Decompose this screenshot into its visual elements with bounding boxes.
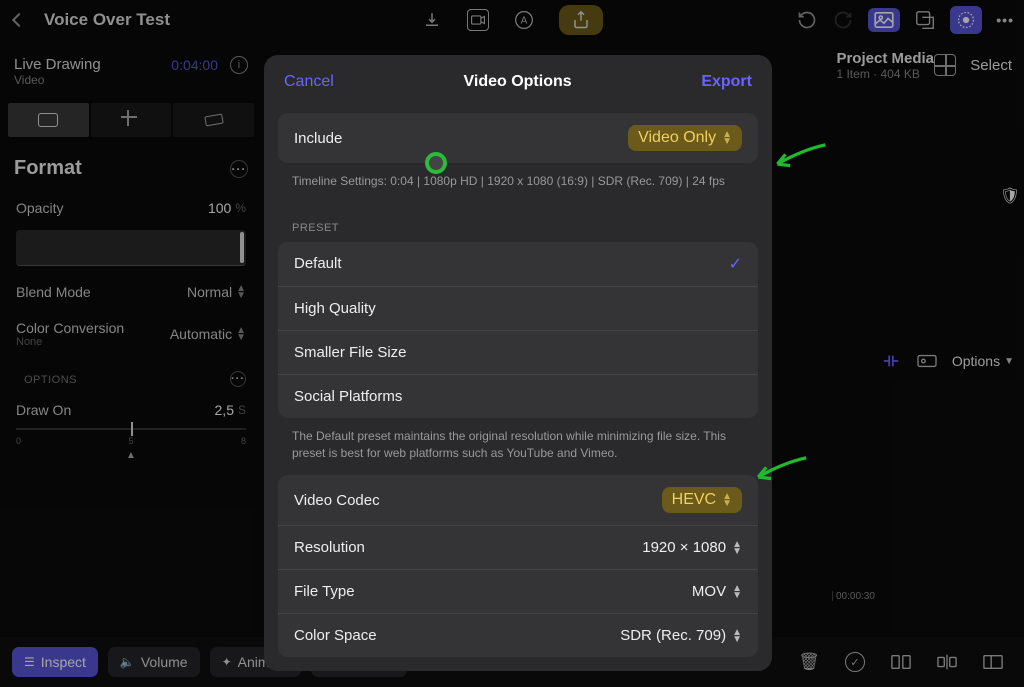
volume-button[interactable]: 🔈Volume [108, 647, 200, 677]
timeline-settings-text: Timeline Settings: 0:04 | 1080p HD | 192… [264, 163, 772, 204]
codec-selector[interactable]: HEVC▲▼ [662, 487, 742, 513]
resolution-selector[interactable]: 1920 × 1080▲▼ [642, 539, 742, 556]
tab-crop[interactable] [91, 103, 172, 137]
filetype-label: File Type [294, 583, 355, 600]
annotation-a-icon[interactable]: A [513, 9, 535, 31]
split-clip-icon[interactable] [890, 651, 912, 673]
undo-icon[interactable] [796, 9, 818, 31]
annotation-circle [425, 152, 447, 174]
preset-default[interactable]: Default ✓ [278, 242, 758, 286]
select-link[interactable]: Select [970, 57, 1012, 74]
options-label: OPTIONS [16, 358, 85, 392]
more-icon[interactable]: ••• [996, 12, 1014, 28]
blend-label: Blend Mode [16, 284, 91, 300]
annotation-arrow-2 [748, 453, 818, 485]
opacity-slider[interactable] [16, 230, 246, 266]
include-selector[interactable]: Video Only ▲▼ [628, 125, 742, 151]
preset-high-quality[interactable]: High Quality [278, 286, 758, 330]
project-media-title: Project Media [836, 50, 934, 67]
inspect-button[interactable]: ☰Inspect [12, 647, 98, 677]
redo-icon[interactable] [832, 9, 854, 31]
import-icon[interactable] [421, 9, 443, 31]
tab-layers[interactable] [173, 103, 254, 137]
blend-value[interactable]: Normal▲▼ [187, 284, 246, 300]
colorconv-value[interactable]: Automatic▲▼ [170, 326, 246, 342]
clip-icon[interactable] [916, 350, 938, 372]
options-more-icon[interactable]: ··· [230, 371, 246, 387]
colorspace-selector[interactable]: SDR (Rec. 709)▲▼ [620, 627, 742, 644]
codec-label: Video Codec [294, 492, 380, 509]
preset-header: PRESET [264, 204, 772, 242]
drawon-label: Draw On [16, 402, 71, 418]
camera-icon[interactable] [467, 9, 489, 31]
clip-duration: 0:04:00 [171, 57, 218, 73]
annotation-arrow-1 [764, 140, 834, 172]
preset-social[interactable]: Social Platforms [278, 374, 758, 418]
format-more-icon[interactable]: ··· [230, 160, 248, 178]
filetype-selector[interactable]: MOV▲▼ [692, 583, 742, 600]
preset-smaller[interactable]: Smaller File Size [278, 330, 758, 374]
grid-view-icon[interactable] [934, 54, 956, 76]
info-icon[interactable]: i [230, 56, 248, 74]
format-title: Format [14, 157, 82, 180]
trash-icon[interactable]: 🗑 [798, 651, 820, 673]
include-label: Include [294, 130, 342, 147]
clip-type: Video [14, 73, 101, 87]
share-button[interactable] [559, 5, 603, 35]
assistant-button[interactable] [950, 6, 982, 34]
drawon-slider[interactable]: 0 5 8 ▲ [8, 428, 254, 471]
insert-clip-icon[interactable] [936, 651, 958, 673]
image-media-button[interactable] [868, 8, 900, 32]
speaker-icon: 🔈 [120, 655, 135, 669]
sliders-icon: ☰ [24, 655, 35, 669]
clip-name: Live Drawing [14, 56, 101, 73]
preset-description: The Default preset maintains the origina… [264, 418, 772, 476]
video-options-modal: Cancel Video Options Export Include Vide… [264, 55, 772, 671]
project-media-sub: 1 Item · 404 KB [836, 67, 934, 81]
svg-text:A: A [521, 15, 528, 26]
modal-title: Video Options [463, 73, 571, 91]
cancel-button[interactable]: Cancel [284, 73, 334, 91]
export-button[interactable]: Export [701, 73, 752, 91]
shield-icon[interactable]: 🛡 [1000, 186, 1020, 206]
tab-video[interactable] [8, 103, 89, 137]
page-title: Voice Over Test [44, 10, 170, 30]
opacity-label: Opacity [16, 200, 63, 216]
sparkle-icon: ✦ [222, 655, 232, 669]
overlay-icon[interactable] [914, 9, 936, 31]
resolution-label: Resolution [294, 539, 365, 556]
opacity-value[interactable]: 100 [208, 200, 231, 216]
overwrite-clip-icon[interactable] [982, 651, 1004, 673]
colorconv-sub: None [16, 336, 124, 348]
approve-icon[interactable]: ✓ [844, 651, 866, 673]
checkmark-icon: ✓ [729, 254, 742, 274]
back-icon[interactable] [12, 13, 26, 27]
align-icon[interactable] [880, 350, 902, 372]
drawon-value[interactable]: 2,5 [215, 402, 234, 418]
colorspace-label: Color Space [294, 627, 377, 644]
options-dropdown[interactable]: Options ▼ [952, 353, 1014, 369]
colorconv-label: Color Conversion [16, 320, 124, 336]
timeline-time-label: 00:00:30 [832, 591, 875, 601]
